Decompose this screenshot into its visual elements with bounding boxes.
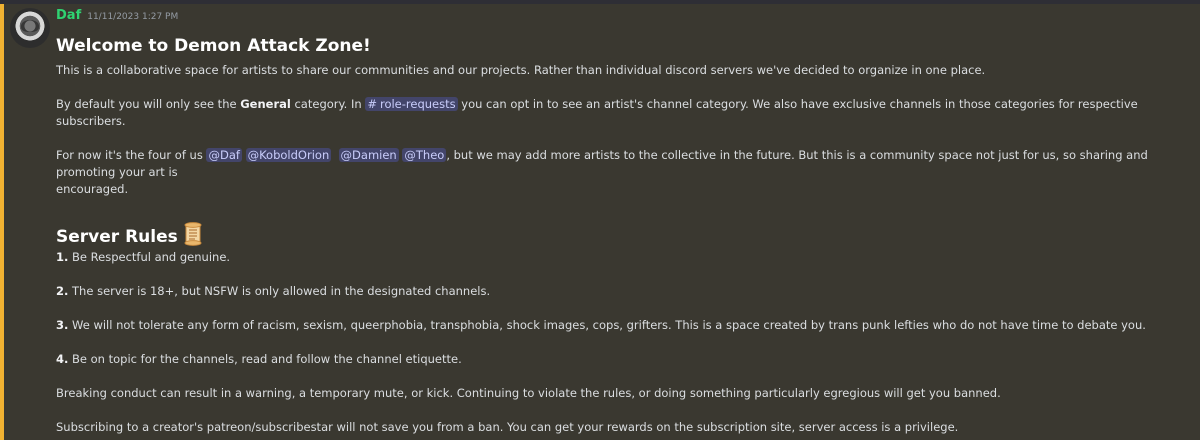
mention-theo[interactable]: @Theo (402, 148, 447, 162)
scroll-icon (184, 222, 202, 246)
welcome-heading: Welcome to Demon Attack Zone! (56, 36, 371, 56)
rule-3: 3. We will not tolerate any form of raci… (56, 317, 1191, 334)
channel-hash-icon: # (367, 97, 377, 111)
mention-damien[interactable]: @Damien (338, 148, 399, 162)
rule-text: The server is 18+, but NSFW is only allo… (68, 284, 491, 298)
rule-number: 2. (56, 284, 69, 298)
rule-text: We will not tolerate any form of racism,… (68, 318, 1146, 332)
rule-number: 3. (56, 318, 69, 332)
bold-general: General (240, 97, 291, 111)
rule-number: 1. (56, 250, 69, 264)
conduct-paragraph: Breaking conduct can result in a warning… (56, 386, 1001, 400)
rule-text: Be on topic for the channels, read and f… (68, 352, 462, 366)
rule-text: Be Respectful and genuine. (68, 250, 231, 264)
rule-2: 2. The server is 18+, but NSFW is only a… (56, 283, 1191, 300)
rule-4: 4. Be on topic for the channels, read an… (56, 351, 1191, 368)
author-name[interactable]: Daf (56, 8, 81, 23)
subscribing-paragraph: Subscribing to a creator's patreon/subsc… (56, 420, 959, 434)
intro-paragraph: This is a collaborative space for artist… (56, 63, 986, 77)
message-timestamp[interactable]: 11/11/2023 1:27 PM (87, 12, 178, 22)
message-content: Welcome to Demon Attack Zone! This is a … (56, 34, 1191, 436)
text: By default you will only see the (56, 97, 241, 111)
text: For now it's the four of us (56, 148, 207, 162)
default-category-paragraph: By default you will only see the General… (56, 96, 1191, 130)
channel-link-role-requests[interactable]: # role-requests (365, 97, 458, 111)
mention-koboldorion[interactable]: @KoboldOrion (245, 148, 332, 162)
mention-daf[interactable]: @Daf (206, 148, 242, 162)
rules-title: Server Rules (56, 227, 178, 247)
rule-number: 4. (56, 352, 69, 366)
artists-paragraph: For now it's the four of us @Daf @Kobold… (56, 147, 1191, 198)
rules-heading: Server Rules (56, 222, 1191, 247)
text: category. In (290, 97, 366, 111)
rule-1: 1. Be Respectful and genuine. (56, 249, 1191, 266)
avatar[interactable] (10, 8, 50, 48)
channel-name: role-requests (379, 97, 456, 111)
mention-highlight-bar (0, 4, 4, 440)
message-header: Daf 11/11/2023 1:27 PM (56, 8, 178, 26)
top-divider (0, 0, 1200, 4)
text: encouraged. (56, 182, 129, 196)
